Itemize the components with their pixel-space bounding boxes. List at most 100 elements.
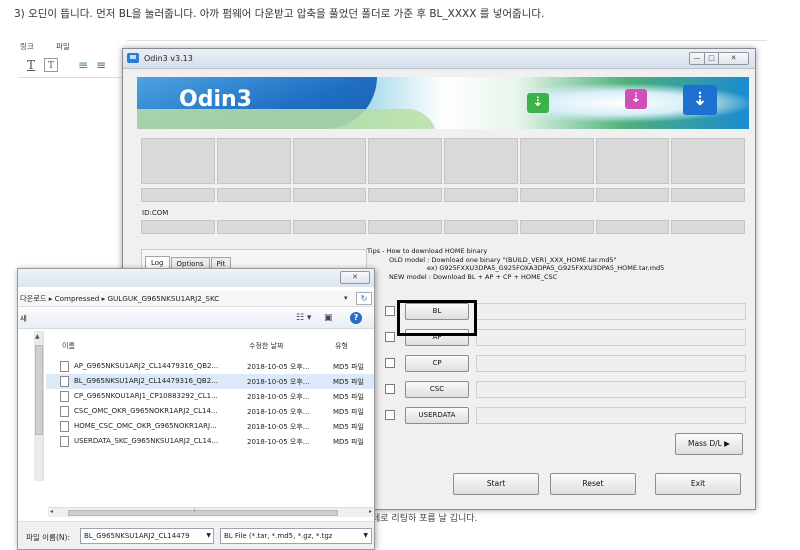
chevron-down-icon[interactable]: ▼ <box>363 529 368 543</box>
cp-checkbox[interactable] <box>385 358 395 368</box>
column-type[interactable]: 유형 <box>335 341 348 351</box>
align-center-icon: ≡ <box>95 58 107 72</box>
maximize-icon[interactable]: □ <box>705 52 719 65</box>
file-list-item[interactable]: BL_G965NKSU1ARJ2_CL14479316_QB2... 2018-… <box>46 374 374 389</box>
slot-progress-row <box>141 188 745 202</box>
id-com-label: ID:COM <box>142 209 169 217</box>
chevron-down-icon[interactable]: ▼ <box>206 529 211 543</box>
odin-banner: Odin3 ⇣ ⇣ ⇣ <box>137 77 749 129</box>
scrollbar-grip-icon: ⦙ <box>194 507 196 514</box>
refresh-icon[interactable]: ↻ <box>356 292 372 305</box>
filename-field[interactable]: BL_G965NKSU1ARJ2_CL14479 ▼ <box>80 528 214 544</box>
file-type: MD5 파일 <box>333 363 364 371</box>
userdata-button[interactable]: USERDATA <box>405 407 469 424</box>
file-date: 2018-10-05 오후... <box>247 378 310 386</box>
file-icon <box>60 436 69 447</box>
file-list-item[interactable]: CP_G965NKOU1ARJ1_CP10883292_CL1... 2018-… <box>46 389 374 404</box>
file-list-item[interactable]: HOME_CSC_OMC_OKR_G965NOKR1ARJ... 2018-10… <box>46 419 374 434</box>
file-date: 2018-10-05 오후... <box>247 423 310 431</box>
scrollbar-thumb[interactable] <box>35 345 43 435</box>
bl-checkbox[interactable] <box>385 306 395 316</box>
file-name: CP_G965NKOU1ARJ1_CP10883292_CL1... <box>74 392 218 400</box>
download-icon: ⇣ <box>625 89 647 109</box>
column-name[interactable]: 이름 <box>62 341 75 351</box>
tips-heading: Tips - How to download HOME binary <box>367 247 488 255</box>
chevron-down-icon[interactable]: ▾ <box>344 294 348 302</box>
file-icon <box>60 421 69 432</box>
window-controls: — □ ✕ <box>689 52 749 65</box>
file-date: 2018-10-05 오후... <box>247 438 310 446</box>
bl-path-field <box>476 303 746 320</box>
filetype-select[interactable]: BL File (*.tar, *.md5, *.gz, *.tgz ▼ <box>220 528 372 544</box>
file-list-item[interactable]: CSC_OMC_OKR_G965NOKR1ARJ2_CL14... 2018-1… <box>46 404 374 419</box>
download-icon: ⇣ <box>527 93 549 113</box>
tips-line: OLD model : Download one binary "(BUILD_… <box>389 255 617 264</box>
scroll-left-icon[interactable]: ◂ <box>50 508 53 515</box>
file-type: MD5 파일 <box>333 393 364 401</box>
file-list-item[interactable]: USERDATA_SKC_G965NKSU1ARJ2_CL14... 2018-… <box>46 434 374 449</box>
file-name: AP_G965NKSU1ARJ2_CL14479316_QB2... <box>74 362 219 370</box>
scroll-right-icon[interactable]: ▸ <box>369 508 372 515</box>
file-type: MD5 파일 <box>333 438 364 446</box>
file-type: MD5 파일 <box>333 423 364 431</box>
column-headers: 이름 수정한 날짜 유형 <box>48 341 374 353</box>
filename-value: BL_G965NKSU1ARJ2_CL14479 <box>84 532 190 540</box>
tips-line: NEW model : Download BL + AP + CP + HOME… <box>389 272 558 281</box>
view-options-icon[interactable]: ☷ ▾ <box>296 312 311 325</box>
csc-checkbox[interactable] <box>385 384 395 394</box>
file-name: HOME_CSC_OMC_OKR_G965NOKR1ARJ... <box>74 422 217 430</box>
csc-button[interactable]: CSC <box>405 381 469 398</box>
close-icon[interactable]: ✕ <box>340 271 370 284</box>
odin-titlebar: Odin3 v3.13 — □ ✕ <box>123 49 755 69</box>
download-icon: ⇣ <box>683 85 717 115</box>
scrollbar-thumb[interactable] <box>68 510 338 516</box>
cp-button[interactable]: CP <box>405 355 469 372</box>
file-icon <box>60 406 69 417</box>
address-bar[interactable]: 다운로드 ▸ Compressed ▸ GULGUK_G965NKSU1ARJ2… <box>18 291 374 307</box>
breadcrumb[interactable]: 다운로드 ▸ Compressed ▸ GULGUK_G965NKSU1ARJ2… <box>20 294 219 304</box>
odin-title: Odin3 v3.13 <box>144 54 193 63</box>
file-icon <box>60 376 69 387</box>
slot-port-row <box>141 220 745 234</box>
background-editor-menu: 링크 파일 <box>20 41 130 51</box>
file-name: USERDATA_SKC_G965NKSU1ARJ2_CL14... <box>74 437 219 445</box>
ap-checkbox[interactable] <box>385 332 395 342</box>
file-icon <box>60 391 69 402</box>
nav-pane-scrollbar[interactable]: ▲ <box>34 331 44 481</box>
tips-text: Tips - How to download HOME binary OLD m… <box>367 247 664 281</box>
exit-button[interactable]: Exit <box>655 473 741 495</box>
reset-button[interactable]: Reset <box>550 473 636 495</box>
bg-menu-item: 링크 <box>20 42 34 51</box>
file-list-item[interactable]: AP_G965NKSU1ARJ2_CL14479316_QB2... 2018-… <box>46 359 374 374</box>
banner-swoosh-green <box>137 109 437 129</box>
odin-app-icon <box>127 53 139 63</box>
userdata-checkbox[interactable] <box>385 410 395 420</box>
file-date: 2018-10-05 오후... <box>247 363 310 371</box>
background-editor-toolbar: T T ≡ ≡ <box>18 54 128 78</box>
file-type: MD5 파일 <box>333 408 364 416</box>
align-left-icon: ≡ <box>77 58 89 72</box>
file-name: CSC_OMC_OKR_G965NOKR1ARJ2_CL14... <box>74 407 218 415</box>
file-open-dialog: ✕ 다운로드 ▸ Compressed ▸ GULGUK_G965NKSU1AR… <box>17 268 375 550</box>
userdata-path-field <box>476 407 746 424</box>
scroll-up-icon[interactable]: ▲ <box>35 333 40 340</box>
start-button[interactable]: Start <box>453 473 539 495</box>
help-icon[interactable]: ? <box>350 312 362 324</box>
filename-label: 파일 이름(N): <box>26 533 70 542</box>
horizontal-scrollbar[interactable]: ◂ ⦙ ▸ <box>48 507 374 517</box>
minimize-icon[interactable]: — <box>689 52 705 65</box>
csc-path-field <box>476 381 746 398</box>
new-folder-button[interactable]: 새 <box>20 313 27 324</box>
file-date: 2018-10-05 오후... <box>247 393 310 401</box>
underline-icon: T <box>26 58 35 72</box>
mass-dl-button[interactable]: Mass D/L ▶ <box>675 433 743 455</box>
close-icon[interactable]: ✕ <box>719 52 749 65</box>
file-row-cp: CP <box>379 353 747 373</box>
preview-pane-icon[interactable]: ▣ <box>324 312 333 325</box>
bl-highlight-box <box>397 300 477 336</box>
file-type: MD5 파일 <box>333 378 364 386</box>
file-date: 2018-10-05 오후... <box>247 408 310 416</box>
file-name: BL_G965NKSU1ARJ2_CL14479316_QB2... <box>74 377 218 385</box>
column-date[interactable]: 수정한 날짜 <box>249 341 283 351</box>
filetype-value: BL File (*.tar, *.md5, *.gz, *.tgz <box>224 532 333 540</box>
